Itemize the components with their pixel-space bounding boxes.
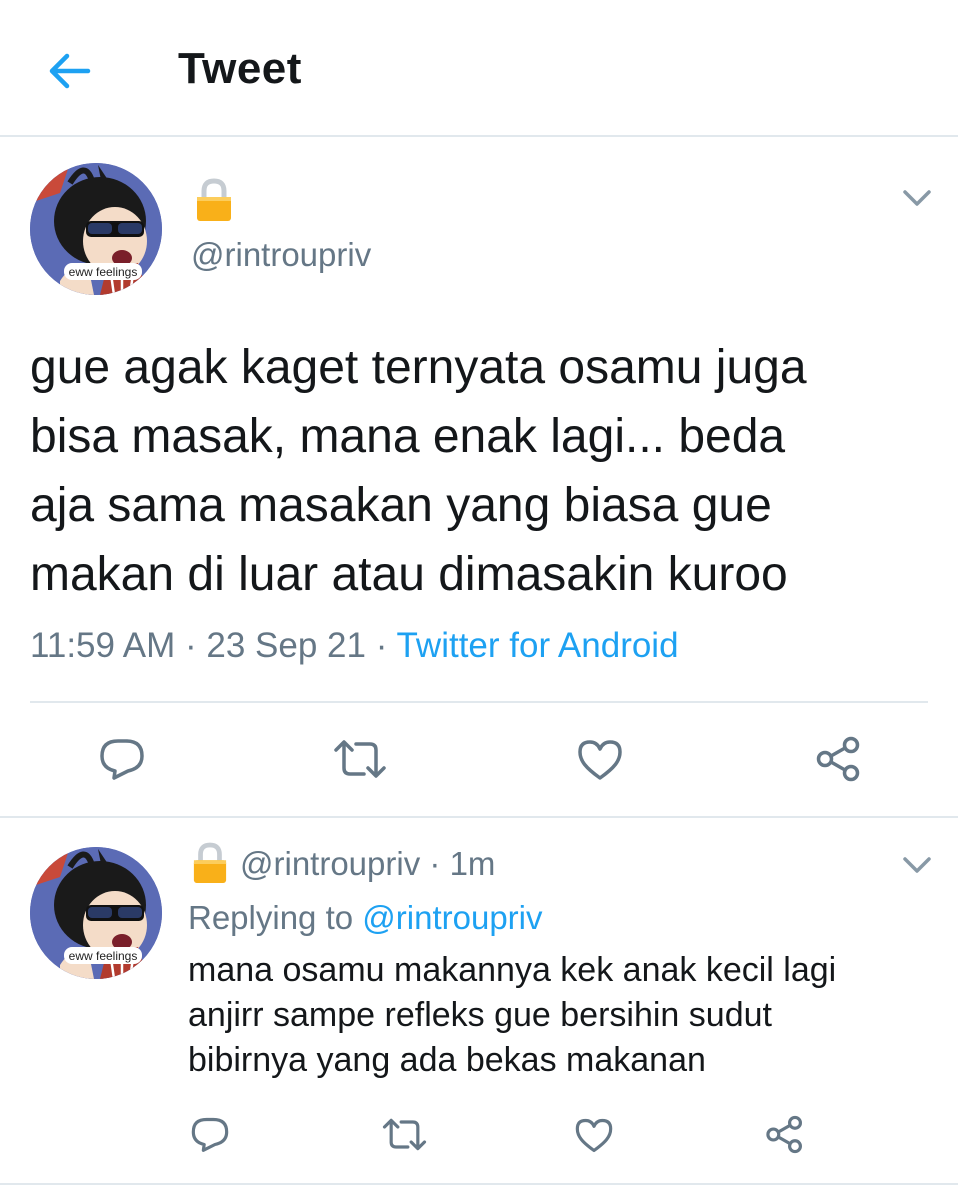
tweet-meta: 11:59 AM · 23 Sep 21 · Twitter for Andro… [30, 626, 679, 666]
tweet-text: gue agak kaget ternyata osamu juga bisa … [30, 341, 807, 601]
lock-icon [192, 842, 228, 891]
avatar[interactable]: eww feelings [30, 847, 162, 979]
meta-separator: · [185, 626, 197, 665]
chevron-down-icon[interactable] [902, 855, 932, 880]
replying-to: Replying to @rintroupriv [188, 899, 543, 937]
replying-prefix: Replying to [188, 899, 354, 936]
tweet-source-link[interactable]: Twitter for Android [396, 626, 678, 665]
retweet-icon[interactable] [332, 738, 388, 785]
divider [0, 1183, 958, 1185]
tweet-time-ago: 1m [449, 845, 496, 882]
avatar-caption: eww feelings [69, 265, 138, 279]
avatar-caption: eww feelings [69, 949, 138, 963]
reply-tweet-text: mana osamu makannya kek anak kecil lagi … [188, 951, 837, 1079]
arrow-left-icon[interactable] [44, 48, 94, 94]
reply-icon[interactable] [98, 737, 146, 786]
like-icon[interactable] [576, 738, 624, 787]
reply-header: @rintroupriv · 1m [240, 845, 495, 883]
meta-separator: · [429, 845, 441, 882]
meta-separator: · [375, 626, 388, 665]
divider [0, 816, 958, 818]
divider [30, 701, 928, 703]
retweet-icon[interactable] [381, 1117, 428, 1157]
lock-icon [195, 178, 233, 229]
chevron-down-icon[interactable] [902, 188, 932, 213]
share-icon[interactable] [815, 736, 863, 787]
mention-link[interactable]: @rintroupriv [362, 899, 542, 936]
user-handle[interactable]: @rintroupriv [191, 236, 371, 274]
tweet-time: 11:59 AM [30, 626, 176, 665]
page-title: Tweet [178, 44, 302, 93]
user-handle[interactable]: @rintroupriv [240, 845, 420, 882]
avatar[interactable]: eww feelings [30, 163, 162, 295]
share-icon[interactable] [765, 1115, 805, 1159]
tweet-date: 23 Sep 21 [206, 626, 366, 665]
reply-icon[interactable] [190, 1116, 230, 1158]
top-app-bar: Tweet [0, 0, 958, 137]
like-icon[interactable] [574, 1117, 614, 1159]
